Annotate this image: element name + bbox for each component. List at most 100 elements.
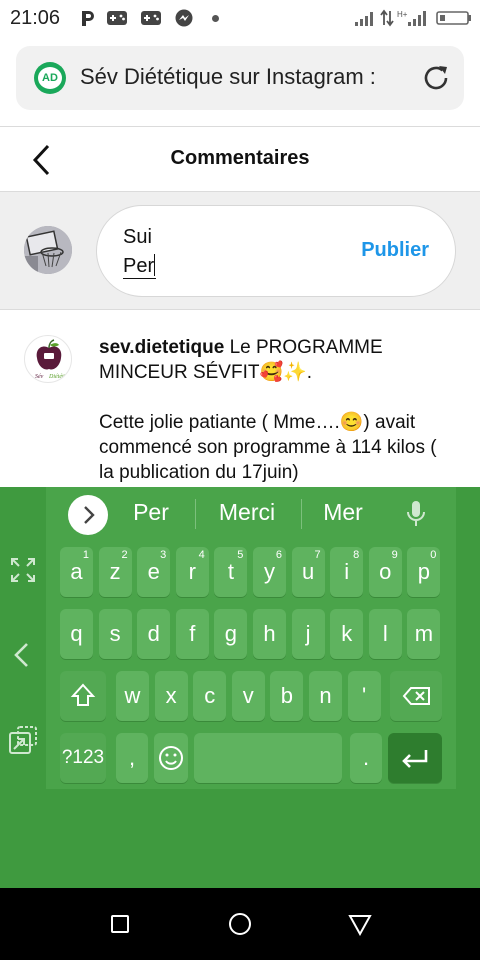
chevron-left-icon[interactable] (12, 641, 32, 669)
key-r[interactable]: r4 (175, 547, 209, 597)
key-p-hint: 0 (430, 549, 437, 561)
microphone-icon[interactable] (404, 499, 428, 529)
suggestion-2[interactable]: Merci (206, 499, 288, 529)
key-m-label: m (414, 621, 434, 646)
shift-key[interactable] (60, 671, 106, 721)
space-key[interactable] (194, 733, 342, 783)
symbols-key[interactable]: ?123 (60, 733, 106, 783)
key-q-label: q (70, 621, 83, 646)
post-text: sev.dietetique Le PROGRAMME MINCEUR SÉVF… (99, 335, 439, 485)
comma-key[interactable]: , (116, 733, 148, 783)
key-o-hint: 9 (391, 549, 398, 561)
suggestion-3[interactable]: Mer (310, 499, 376, 529)
key-f[interactable]: f (175, 609, 209, 659)
key-z[interactable]: z2 (98, 547, 132, 597)
key-u[interactable]: u7 (291, 547, 325, 597)
key-a-label: a (70, 559, 83, 584)
key-l-label: l (382, 621, 388, 646)
comment-input-line1: Sui (123, 226, 152, 248)
key-d[interactable]: d (137, 609, 171, 659)
svg-text:H+: H+ (397, 10, 408, 19)
url-bar[interactable]: AD Sév Diététique sur Instagram : (16, 46, 464, 110)
key-q[interactable]: q (60, 609, 93, 659)
emoji-key[interactable] (154, 733, 188, 783)
key-u-label: u (301, 559, 315, 584)
key-k[interactable]: k (330, 609, 364, 659)
ad-badge-icon: AD (34, 62, 66, 94)
battery-icon (436, 11, 471, 25)
key-n-label: n (319, 683, 332, 708)
key-t[interactable]: t5 (214, 547, 248, 597)
key-s[interactable]: s (98, 609, 132, 659)
key-d-label: d (147, 621, 160, 646)
key-b[interactable]: b (270, 671, 304, 721)
keyboard-side-panel (0, 487, 46, 888)
dot-icon (212, 15, 219, 22)
post-author-avatar[interactable]: Sév Diététique (24, 335, 72, 383)
key-f-label: f (189, 621, 196, 646)
key-t-label: t (227, 559, 234, 584)
key-x[interactable]: x (154, 671, 188, 721)
url-title[interactable]: Sév Diététique sur Instagram : (80, 64, 410, 90)
page-title: Commentaires (170, 147, 310, 169)
post-username[interactable]: sev.dietetique (99, 337, 224, 358)
user-avatar (24, 226, 72, 274)
key-w[interactable]: w (116, 671, 149, 721)
key-o[interactable]: o9 (368, 547, 402, 597)
key-m[interactable]: m (407, 609, 441, 659)
key-g[interactable]: g (214, 609, 248, 659)
suggestion-1[interactable]: Per (118, 499, 184, 529)
key-n[interactable]: n (309, 671, 342, 721)
comment-composer: Sui Per Publier (0, 192, 480, 310)
backspace-icon (402, 687, 430, 705)
svg-text:Diététique: Diététique (48, 374, 72, 380)
comment-input-line2: Per (123, 254, 157, 279)
reload-icon[interactable] (420, 62, 452, 94)
period-key[interactable]: . (350, 733, 382, 783)
suggestion-expand-button[interactable] (68, 495, 108, 535)
key-g-label: g (224, 621, 238, 646)
data-arrows-icon (380, 9, 394, 27)
key-a[interactable]: a1 (60, 547, 93, 597)
chevron-right-icon (84, 506, 95, 524)
back-triangle-icon[interactable] (348, 914, 372, 936)
key-c[interactable]: c (193, 671, 227, 721)
key-e-hint: 3 (160, 549, 167, 561)
recents-icon[interactable] (110, 914, 130, 934)
basketball-hoop-icon (24, 226, 72, 274)
comments-header: Commentaires (0, 126, 480, 192)
soft-keyboard: Per Merci Mer ?123 , . a 1 z 2 e 3 r 4 t… (0, 487, 480, 888)
key-k-label: k (341, 621, 353, 646)
key-i-label: i (344, 559, 350, 584)
comment-input[interactable]: Sui Per Publier (96, 205, 456, 297)
parking-icon (82, 11, 94, 26)
post-caption-line2: Cette jolie patiante ( Mme….😊) avait com… (99, 412, 437, 483)
key-h[interactable]: h (253, 609, 286, 659)
float-keyboard-icon[interactable] (8, 725, 38, 755)
key-e[interactable]: e3 (137, 547, 171, 597)
svg-text:Sév: Sév (35, 374, 44, 380)
key-y[interactable]: y6 (253, 547, 286, 597)
status-time: 21:06 (10, 7, 61, 29)
key-i[interactable]: i8 (330, 547, 364, 597)
enter-key[interactable] (388, 733, 442, 783)
key-j[interactable]: j (291, 609, 325, 659)
publish-button[interactable]: Publier (361, 239, 429, 262)
apple-logo-icon: Sév Diététique (35, 339, 72, 380)
ad-badge-label: AD (38, 67, 62, 89)
enter-arrow-icon (402, 750, 428, 768)
key-l[interactable]: l (368, 609, 402, 659)
gamepad-icon (141, 11, 161, 25)
expand-icon[interactable] (10, 557, 36, 583)
suggestion-divider (301, 499, 302, 529)
key-apostrophe[interactable]: ' (347, 671, 381, 721)
home-icon[interactable] (228, 912, 252, 936)
key-t-hint: 5 (237, 549, 244, 561)
backspace-key[interactable] (390, 671, 442, 721)
key-v[interactable]: v (231, 671, 265, 721)
key-y-label: y (264, 559, 275, 584)
status-bar: 21:06 H+ (0, 0, 480, 38)
key-y-hint: 6 (275, 549, 282, 561)
suggestion-divider (195, 499, 196, 529)
key-p[interactable]: p0 (407, 547, 441, 597)
